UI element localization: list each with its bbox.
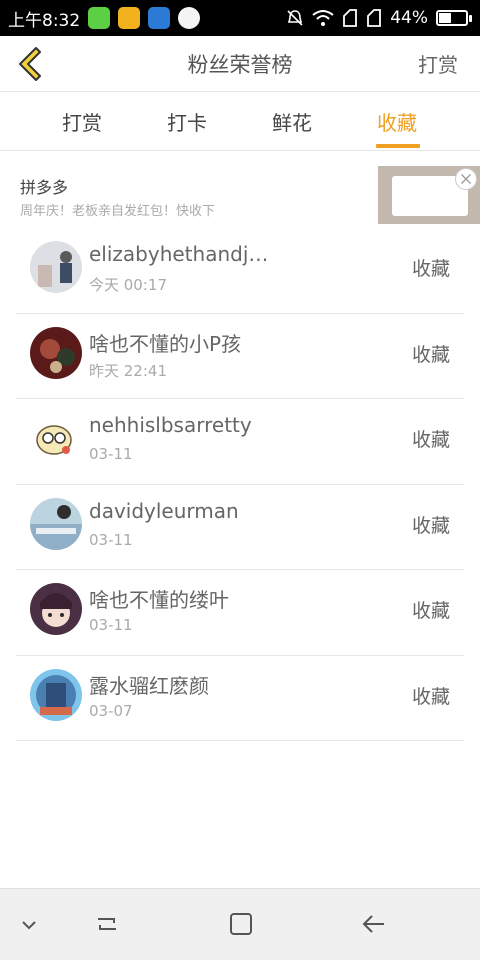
back-icon[interactable] bbox=[358, 909, 388, 939]
fan-action-label: 收藏 bbox=[411, 600, 450, 622]
list-item[interactable]: 啥也不懂的缕叶 03-11 收藏 bbox=[16, 570, 464, 656]
wifi-icon bbox=[312, 10, 334, 26]
signal-icon bbox=[343, 9, 358, 27]
avatar[interactable] bbox=[30, 583, 82, 635]
header: 粉丝荣誉榜 打赏 bbox=[0, 36, 480, 92]
tab-bar: 打赏 打卡 鲜花 收藏 bbox=[0, 93, 480, 151]
avatar[interactable] bbox=[30, 412, 82, 464]
fan-list: elizabyhethandjac... 今天 00:17 收藏 啥也不懂的小P… bbox=[0, 228, 480, 741]
chevron-down-icon[interactable] bbox=[14, 909, 44, 939]
recent-apps-icon[interactable] bbox=[92, 909, 122, 939]
bell-off-icon bbox=[287, 10, 303, 26]
list-item[interactable]: nehhislbsarretty 03-11 收藏 bbox=[16, 399, 464, 485]
fan-action-label: 收藏 bbox=[411, 514, 450, 537]
close-icon[interactable] bbox=[455, 168, 477, 190]
fan-name: davidyleurman bbox=[89, 498, 239, 523]
fan-time: 03-11 bbox=[89, 530, 133, 549]
list-item[interactable]: davidyleurman 03-11 收藏 bbox=[16, 485, 464, 570]
fan-name: 啥也不懂的缕叶 bbox=[89, 588, 229, 612]
signal-icon bbox=[367, 9, 382, 27]
tab-flowers[interactable]: 鲜花 bbox=[272, 107, 312, 136]
battery-percent: 44% bbox=[390, 8, 428, 28]
tab-reward[interactable]: 打赏 bbox=[62, 107, 102, 136]
tab-checkin[interactable]: 打卡 bbox=[167, 107, 207, 136]
avatar[interactable] bbox=[30, 326, 82, 379]
fan-time: 今天 00:17 bbox=[89, 276, 167, 294]
phone-app-icon bbox=[88, 7, 111, 29]
reward-button[interactable]: 打赏 bbox=[418, 49, 458, 78]
fan-action-label: 收藏 bbox=[411, 685, 450, 708]
fan-name: nehhislbsarretty bbox=[89, 413, 252, 437]
ad-title: 拼多多 bbox=[20, 178, 69, 197]
list-item[interactable]: 啥也不懂的小P孩 昨天 22:41 收藏 bbox=[16, 314, 464, 399]
list-item[interactable]: elizabyhethandjac... 今天 00:17 收藏 bbox=[16, 228, 464, 314]
tab-favorites[interactable]: 收藏 bbox=[377, 107, 417, 136]
fan-name: elizabyhethandjac... bbox=[89, 242, 279, 266]
fan-name: 啥也不懂的小P孩 bbox=[89, 331, 242, 356]
page-title: 粉丝荣誉榜 bbox=[187, 52, 293, 77]
fan-time: 昨天 22:41 bbox=[89, 361, 167, 380]
system-nav-bar bbox=[0, 888, 480, 960]
smile-app-icon bbox=[178, 7, 201, 29]
ad-banner[interactable]: 拼多多 周年庆！老板亲自发红包！快收下 bbox=[0, 160, 480, 228]
avatar[interactable] bbox=[30, 497, 82, 550]
status-bar: 上午8:32 44% bbox=[0, 0, 480, 36]
status-time: 上午8:32 bbox=[8, 10, 81, 31]
fan-name: 露水骝红麽颜 bbox=[89, 673, 209, 698]
active-tab-indicator bbox=[376, 144, 420, 148]
folder-app-icon bbox=[118, 7, 141, 29]
fan-action-label: 收藏 bbox=[411, 429, 450, 451]
home-icon[interactable] bbox=[226, 909, 256, 939]
list-item[interactable]: 露水骝红麽颜 03-07 收藏 bbox=[16, 656, 464, 741]
ad-subtitle: 周年庆！老板亲自发红包！快收下 bbox=[20, 204, 216, 219]
fan-action-label: 收藏 bbox=[411, 258, 450, 280]
ad-image[interactable] bbox=[378, 166, 480, 224]
fan-time: 03-11 bbox=[89, 445, 133, 463]
avatar[interactable] bbox=[30, 241, 82, 293]
battery-icon bbox=[436, 10, 472, 26]
tc-app-icon bbox=[148, 7, 171, 29]
fan-action-label: 收藏 bbox=[411, 343, 450, 366]
avatar[interactable] bbox=[30, 668, 82, 721]
fan-time: 03-07 bbox=[89, 701, 133, 720]
fan-time: 03-11 bbox=[89, 616, 133, 634]
